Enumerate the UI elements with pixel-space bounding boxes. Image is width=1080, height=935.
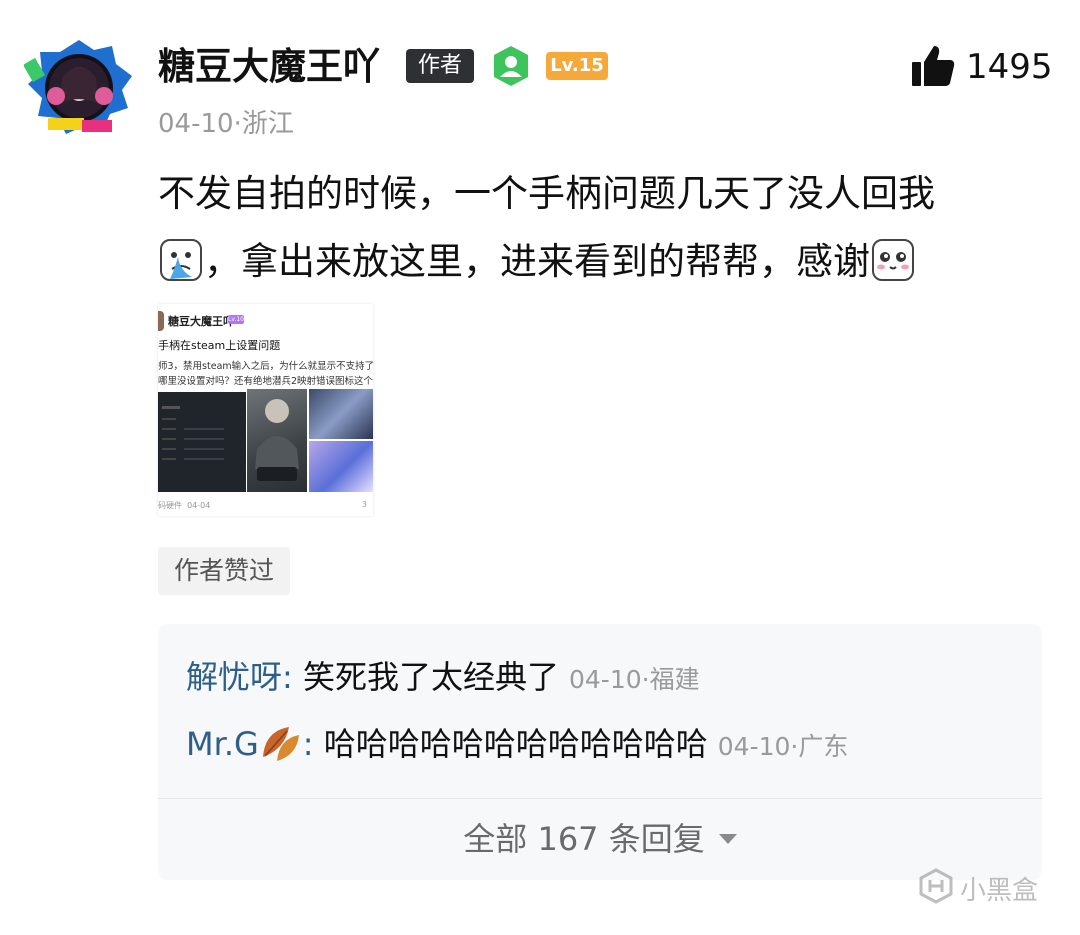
heybox-logo-icon [919,868,953,904]
crying-emoji-icon [158,237,204,283]
card-line-2: 哪里没设置对吗？还有绝地潜兵2映射错误图标这个 [158,376,373,387]
post-text-line-2: ，拿出来放这里，进来看到的帮帮，感谢 [158,228,1053,296]
reply-meta: 04-10·福建 [568,665,700,694]
like-count: 1495 [966,47,1053,87]
post-text-line-2-text: ，拿出来放这里，进来看到的帮帮，感谢 [204,240,870,283]
reply-text: 笑死我了太经典了 [302,658,559,696]
user-shield-icon [492,45,530,87]
post-body: 不发自拍的时候，一个手柄问题几天了没人回我 ，拿出来放这里，进来看到的帮帮，感谢 [158,160,1053,296]
author-avatar[interactable] [22,38,134,138]
embedded-post-image[interactable]: 糖豆大魔王吖 Lv.10 手柄在steam上设置问题 师3，禁用steam输入之… [158,304,373,516]
author-name[interactable]: 糖豆大魔王吖 [158,40,380,94]
post-text-line-1: 不发自拍的时候，一个手柄问题几天了没人回我 [158,172,935,215]
leaf-emoji-icon [259,723,303,763]
view-all-replies-button[interactable]: 全部 167 条回复 [158,816,1042,862]
card-level: Lv.10 [228,315,244,324]
card-image-game [309,389,373,439]
reply-meta: 04-10·广东 [717,732,849,761]
author-badge: 作者 [406,49,474,83]
reply-item[interactable]: 解忧呀: 笑死我了太经典了 04-10·福建 [186,655,700,702]
reply-author[interactable]: Mr.G : [186,725,324,763]
level-badge: Lv.15 [546,52,608,80]
reply-text: 哈哈哈哈哈哈哈哈哈哈哈哈 [323,725,708,763]
shy-emoji-icon [870,237,916,283]
card-footer: 码硬件 04-04 [158,501,211,510]
author-liked-tag: 作者赞过 [158,547,290,595]
watermark: 小黑盒 [918,868,1058,908]
reply-author[interactable]: 解忧呀: [186,658,303,696]
card-author: 糖豆大魔王吖 [168,315,234,328]
post-location: 浙江 [241,109,294,139]
card-comment-count: 3 [361,500,367,509]
thumbs-up-icon[interactable] [910,44,956,88]
card-title: 手柄在steam上设置问题 [158,339,281,352]
card-avatar [158,311,164,331]
view-all-replies-label[interactable]: 全部 167 条回复 [463,820,704,858]
card-image-character [247,389,307,492]
post-meta: 04-10·浙江 [158,106,294,142]
watermark-text: 小黑盒 [960,876,1039,906]
reply-item[interactable]: Mr.G : 哈哈哈哈哈哈哈哈哈哈哈哈 04-10·广东 [186,722,848,769]
post-date: 04-10 [158,109,234,139]
card-image-settings [158,392,246,492]
replies-panel: 解忧呀: 笑死我了太经典了 04-10·福建 Mr.G : 哈哈哈哈哈哈哈哈哈哈哈… [158,624,1042,880]
card-line-1: 师3，禁用steam输入之后，为什么就显示不支持了 [158,361,373,372]
card-image-controller [309,441,373,492]
replies-divider [158,798,1042,799]
caret-down-icon[interactable] [718,834,737,844]
meta-separator: · [233,109,242,139]
